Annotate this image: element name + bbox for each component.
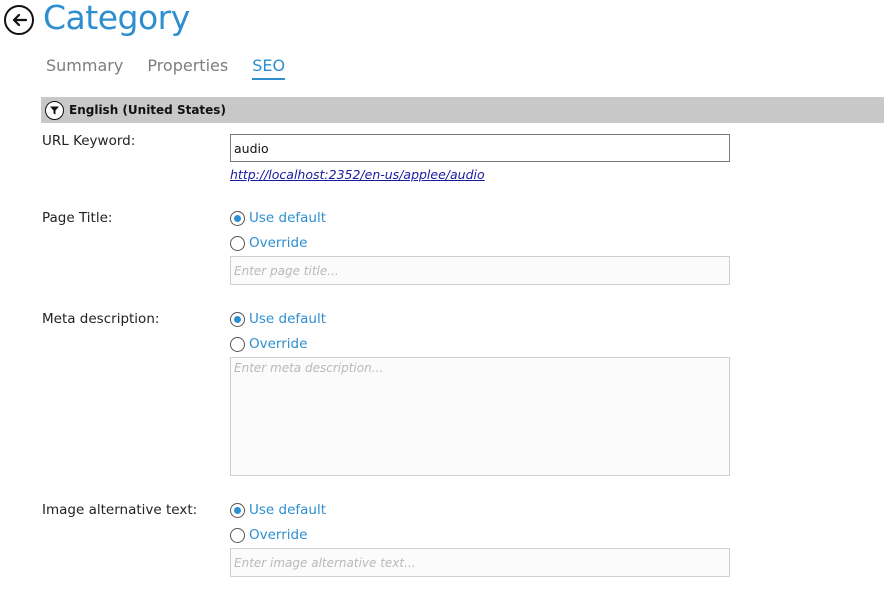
radio-label: Use default: [249, 311, 327, 327]
radio-label: Override: [249, 235, 308, 251]
image-alt-use-default-radio[interactable]: Use default: [230, 502, 326, 518]
tab-bar: Summary Properties SEO: [46, 56, 286, 80]
radio-unchecked-icon: [230, 336, 245, 352]
radio-label: Use default: [249, 210, 327, 226]
radio-unchecked-icon: [230, 235, 245, 251]
page-title-input[interactable]: [230, 256, 730, 285]
radio-checked-icon: [230, 502, 245, 518]
image-alt-text-label: Image alternative text:: [42, 502, 198, 518]
radio-label: Use default: [249, 502, 327, 518]
back-button[interactable]: [4, 5, 34, 35]
filter-icon: [45, 100, 64, 120]
meta-description-label: Meta description:: [42, 311, 160, 327]
category-seo-page: Category Summary Properties SEO English …: [0, 0, 891, 593]
arrow-left-icon: [12, 13, 27, 27]
language-section-header[interactable]: English (United States): [41, 97, 884, 123]
radio-label: Override: [249, 336, 308, 352]
section-label: English (United States): [69, 103, 226, 117]
page-title-label: Page Title:: [42, 210, 113, 226]
image-alt-text-input[interactable]: [230, 548, 730, 577]
tab-properties[interactable]: Properties: [147, 56, 228, 80]
tab-summary[interactable]: Summary: [46, 56, 123, 80]
url-keyword-input[interactable]: [230, 134, 730, 162]
page-title: Category: [43, 0, 190, 37]
page-title-use-default-radio[interactable]: Use default: [230, 210, 326, 226]
url-preview-link[interactable]: http://localhost:2352/en-us/applee/audio: [230, 167, 485, 182]
meta-description-override-radio[interactable]: Override: [230, 336, 307, 352]
meta-description-textarea[interactable]: [230, 357, 730, 476]
page-title-override-radio[interactable]: Override: [230, 235, 307, 251]
tab-seo[interactable]: SEO: [252, 56, 286, 80]
image-alt-override-radio[interactable]: Override: [230, 527, 307, 543]
url-keyword-label: URL Keyword:: [42, 133, 136, 149]
radio-label: Override: [249, 527, 308, 543]
radio-unchecked-icon: [230, 527, 245, 543]
meta-description-use-default-radio[interactable]: Use default: [230, 311, 326, 327]
radio-checked-icon: [230, 311, 245, 327]
radio-checked-icon: [230, 210, 245, 226]
